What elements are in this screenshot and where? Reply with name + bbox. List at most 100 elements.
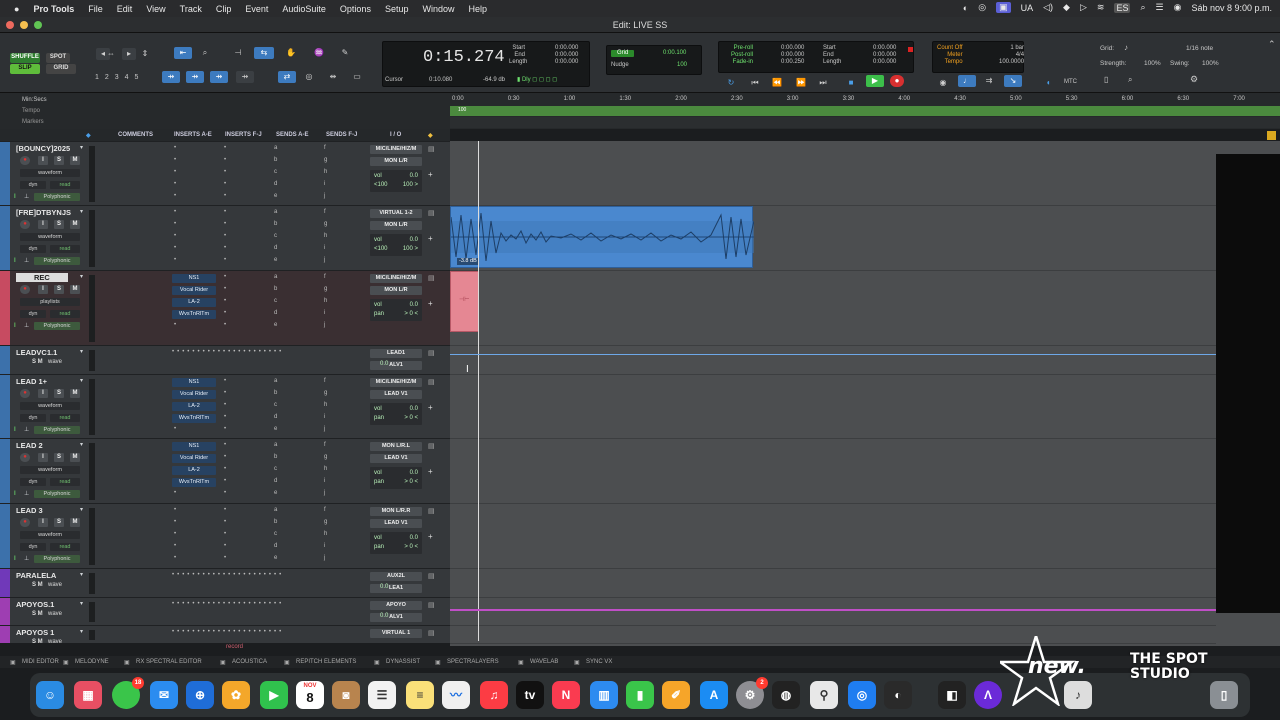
meter-label[interactable]: Meter xyxy=(937,52,962,59)
messages-icon[interactable]: 18 xyxy=(112,677,144,709)
menubar-clock[interactable]: Sáb nov 8 9:00 p.m. xyxy=(1191,3,1272,13)
ilok-icon[interactable]: ◧ xyxy=(938,681,966,709)
transport-option-icon[interactable]: ◉ xyxy=(936,77,950,89)
insert-slot-empty[interactable]: • xyxy=(224,555,226,561)
mail-icon[interactable]: ✉ xyxy=(150,681,178,709)
send-slot[interactable]: a xyxy=(274,507,277,513)
launchpad-icon[interactable]: ▦ xyxy=(74,681,102,709)
insert-slot-empty[interactable]: • xyxy=(174,209,176,215)
bottom-tab[interactable]: ACOUSTICA xyxy=(232,659,267,665)
track-view-mini[interactable]: wave xyxy=(48,611,62,617)
send-slot[interactable]: f xyxy=(324,378,326,384)
record-enable-button[interactable]: ● xyxy=(20,453,30,462)
insert-slot-empty[interactable]: • xyxy=(224,507,226,513)
link-icon[interactable]: ⇹ xyxy=(326,71,340,83)
track-view-mini[interactable]: wave xyxy=(48,582,62,588)
dyn-selector[interactable]: dyn xyxy=(20,414,46,422)
add-icon[interactable]: + xyxy=(428,170,433,179)
track-header[interactable]: LEAD 1+ ▾ ● I S Mwaveform dyn read Polyphonic Ⅰ ⊥ N… xyxy=(0,374,450,438)
input-selector[interactable]: MIC/LINE/HIZ/M xyxy=(370,274,422,283)
track-header[interactable]: LEAD 2 ▾ ● I S Mwaveform dyn read Polyphonic Ⅰ ⊥ NS… xyxy=(0,438,450,503)
pan-value[interactable]: > 0 < xyxy=(404,414,418,423)
output-selector[interactable]: LEA1 xyxy=(370,584,422,593)
output-selector[interactable]: MON L/R xyxy=(370,286,422,295)
volume-icon[interactable]: ◁) xyxy=(1043,2,1053,13)
insert-slot-empty[interactable]: • xyxy=(224,193,226,199)
tv-icon[interactable]: tv xyxy=(516,681,544,709)
pan-value[interactable]: > 0 < xyxy=(404,478,418,487)
search-icon[interactable]: ⌕ xyxy=(1140,2,1145,13)
rewind-icon[interactable]: ⏪ xyxy=(770,77,784,89)
solo-mute-mini[interactable]: S M xyxy=(32,611,43,617)
input-monitor-button[interactable]: I xyxy=(38,518,48,527)
send-slot[interactable]: j xyxy=(324,257,325,263)
vol-value[interactable]: 0.0 xyxy=(410,405,418,414)
postroll-label[interactable]: Post-roll xyxy=(731,52,753,59)
insert-slot-empty[interactable]: • xyxy=(224,310,226,316)
vol-value[interactable]: 0.0 xyxy=(380,613,388,619)
dyn-selector[interactable]: dyn xyxy=(20,245,46,253)
insert-slot-empty[interactable]: • xyxy=(224,322,226,328)
link-icon[interactable]: ◎ xyxy=(302,71,316,83)
loop-icon[interactable]: ↻ xyxy=(724,77,738,89)
status-icon[interactable]: ◎ xyxy=(978,2,986,13)
output-window-icon[interactable]: ▤ xyxy=(428,572,435,580)
end-value-2[interactable]: 0:00.000 xyxy=(873,52,896,59)
preroll-label[interactable]: Pre-roll xyxy=(731,45,753,52)
elastic-mode[interactable]: Polyphonic xyxy=(34,426,80,434)
send-slot[interactable]: g xyxy=(324,454,327,460)
send-slot[interactable]: d xyxy=(274,414,277,420)
mute-button[interactable]: M xyxy=(70,285,80,294)
track-view-mini[interactable]: wave xyxy=(48,639,62,645)
fadein-value[interactable]: 0:00.250 xyxy=(781,59,804,66)
send-slot[interactable]: g xyxy=(324,519,327,525)
ruler-tempo[interactable]: Tempo xyxy=(22,108,40,115)
bottom-tab[interactable]: RX SPECTRAL EDITOR xyxy=(136,659,202,665)
track-color-strip[interactable] xyxy=(0,346,10,374)
insert-slot-empty[interactable]: • xyxy=(224,145,226,151)
pan-value[interactable]: > 0 < xyxy=(404,543,418,552)
send-slot[interactable]: i xyxy=(324,414,325,420)
control-icon[interactable]: ◆ xyxy=(1063,2,1070,13)
zoom-v-icon[interactable]: ⇕ xyxy=(138,48,152,60)
menu-app[interactable]: Pro Tools xyxy=(33,4,74,14)
fadein-label[interactable]: Fade-in xyxy=(731,59,753,66)
insert-slot-empty[interactable]: • xyxy=(174,257,176,263)
record-enable-button[interactable]: ● xyxy=(20,518,30,527)
vol-value[interactable]: 0.0 xyxy=(410,469,418,478)
add-icon[interactable]: + xyxy=(428,467,433,476)
send-slot[interactable]: f xyxy=(324,145,326,151)
insert-slot-empty[interactable]: • xyxy=(224,233,226,239)
insert-slot-empty[interactable]: • xyxy=(224,257,226,263)
insert-slot-empty[interactable]: • xyxy=(174,245,176,251)
playhead-cursor[interactable] xyxy=(478,141,479,641)
insert-slot-empty[interactable]: • xyxy=(224,490,226,496)
record-enable-button[interactable]: ● xyxy=(20,285,30,294)
insert-dots[interactable]: •••••••••••••••••••••• xyxy=(172,601,284,607)
markers-ruler[interactable] xyxy=(450,117,1280,128)
output-window-icon[interactable]: ▤ xyxy=(428,629,435,637)
send-slot[interactable]: h xyxy=(324,233,327,239)
chevron-down-icon[interactable]: ▾ xyxy=(80,506,83,513)
insert-slot-empty[interactable]: • xyxy=(174,426,176,432)
track-color-strip[interactable] xyxy=(0,142,10,205)
send-slot[interactable]: g xyxy=(324,221,327,227)
start-value[interactable]: 0:00.000 xyxy=(555,45,578,52)
insert-slot-empty[interactable]: • xyxy=(174,507,176,513)
input-monitor-button[interactable]: I xyxy=(38,285,48,294)
track-color-strip[interactable] xyxy=(0,598,10,625)
insert-slot[interactable]: Vocal Rider xyxy=(172,454,216,463)
input-monitor-button[interactable]: I xyxy=(38,453,48,462)
track-view-selector[interactable]: waveform xyxy=(20,466,80,474)
send-slot[interactable]: b xyxy=(274,519,277,525)
chevron-down-icon[interactable]: ▾ xyxy=(80,571,83,578)
track-view-selector[interactable]: waveform xyxy=(20,531,80,539)
send-slot[interactable]: i xyxy=(324,181,325,187)
automation-mode[interactable]: read xyxy=(50,414,80,422)
solo-button[interactable]: S xyxy=(54,220,64,229)
menu-file[interactable]: File xyxy=(88,4,103,14)
mute-button[interactable]: M xyxy=(70,220,80,229)
mode-slip[interactable]: SLIP xyxy=(10,64,40,74)
keynote-icon[interactable]: ▥ xyxy=(590,681,618,709)
add-icon[interactable]: + xyxy=(428,403,433,412)
